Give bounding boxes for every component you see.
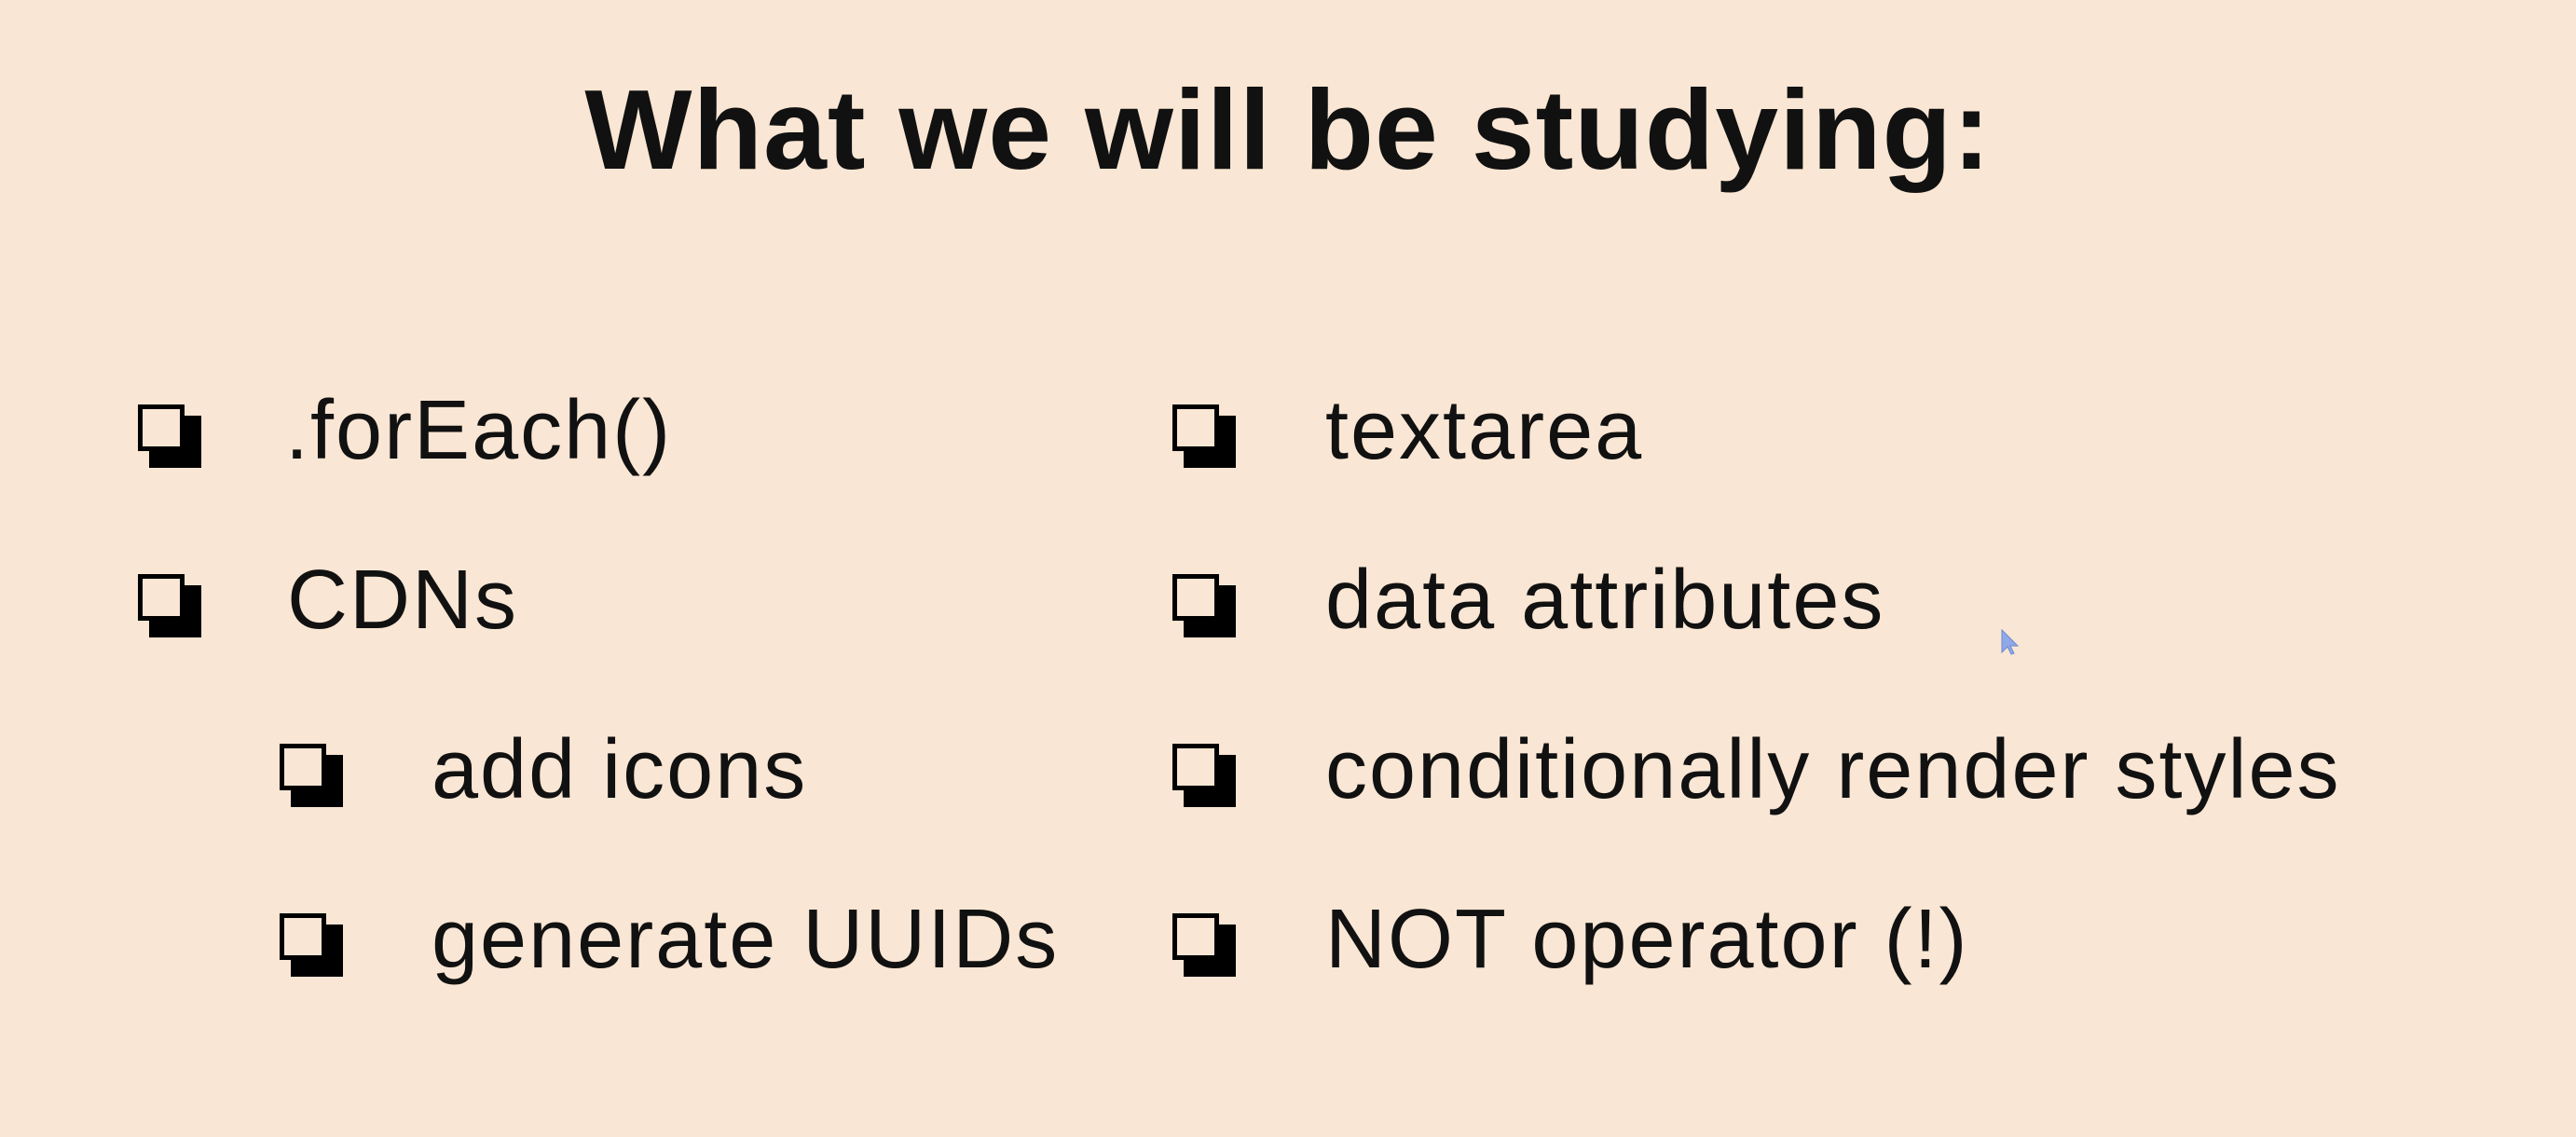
slide-title: What we will be studying: bbox=[584, 66, 1992, 193]
checkbox-icon bbox=[280, 744, 343, 807]
list-item-label: textarea bbox=[1325, 384, 1644, 477]
list-item-label: add icons bbox=[432, 723, 808, 816]
checkbox-icon bbox=[138, 404, 201, 468]
checkbox-icon bbox=[1172, 574, 1236, 637]
checkbox-icon bbox=[1172, 913, 1236, 977]
list-item-label: conditionally render styles bbox=[1325, 723, 2341, 816]
list-item-label: generate UUIDs bbox=[432, 893, 1060, 986]
mouse-pointer-icon bbox=[2001, 628, 2020, 655]
list-item-label: NOT operator (!) bbox=[1325, 893, 1969, 986]
checkbox-icon bbox=[280, 913, 343, 977]
checkbox-icon bbox=[1172, 404, 1236, 468]
list-item-label: data attributes bbox=[1325, 554, 1885, 647]
checkbox-icon bbox=[1172, 744, 1236, 807]
list-item-label: CDNs bbox=[287, 554, 518, 647]
list-item-label: .forEach() bbox=[285, 384, 673, 477]
checkbox-icon bbox=[138, 574, 201, 637]
